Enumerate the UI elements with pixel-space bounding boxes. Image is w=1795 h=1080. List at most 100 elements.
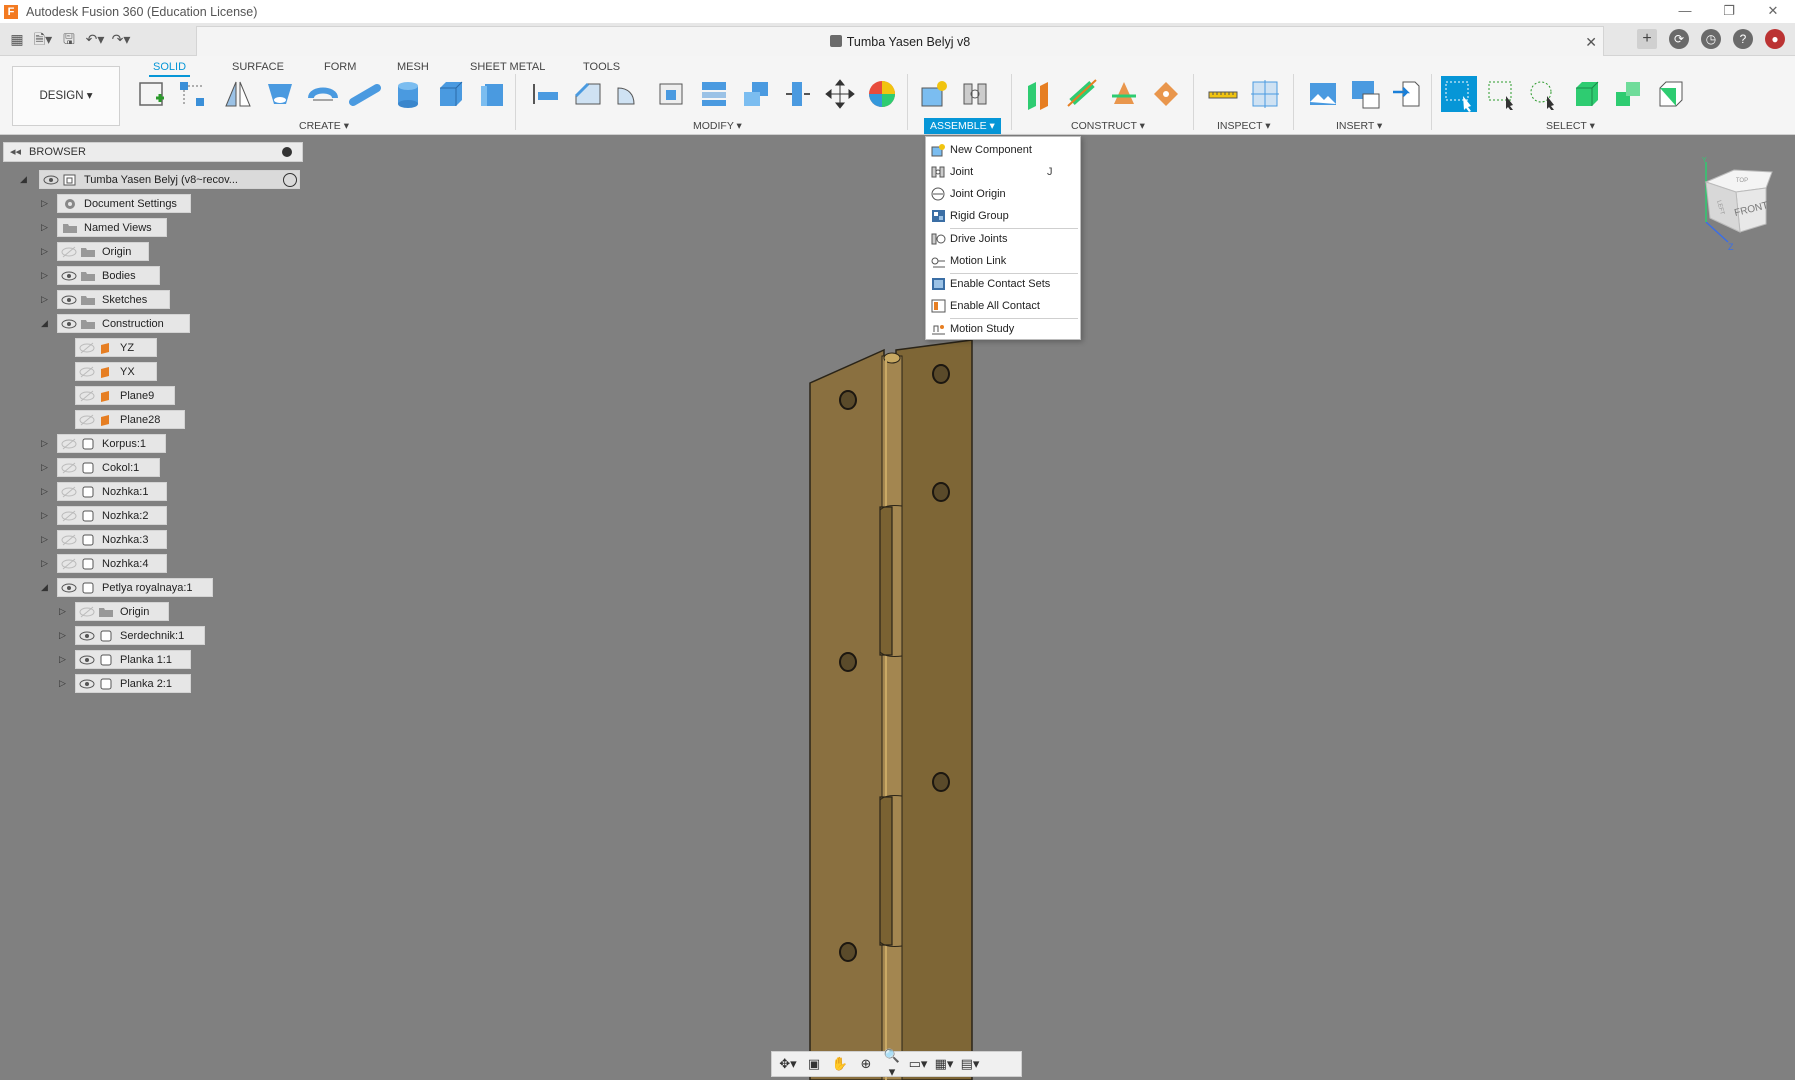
eye-icon[interactable]	[61, 318, 77, 330]
eye-hidden-icon[interactable]	[61, 486, 77, 498]
close-window-button[interactable]: ✕	[1751, 0, 1795, 23]
selection-filters-icon[interactable]	[1654, 78, 1686, 110]
extrude-icon[interactable]	[264, 78, 296, 110]
chamfer-icon[interactable]	[614, 78, 646, 110]
collapse-arrow-icon[interactable]: ◢	[41, 317, 51, 329]
insert-panel-label[interactable]: INSERT ▾	[1336, 120, 1382, 132]
eye-icon[interactable]	[61, 270, 77, 282]
shell-modify-icon[interactable]	[656, 78, 688, 110]
extensions-icon[interactable]: ⟳	[1669, 29, 1689, 49]
appearance-icon[interactable]	[866, 78, 898, 110]
eye-hidden-icon[interactable]	[61, 438, 77, 450]
expand-arrow-icon[interactable]: ▷	[59, 653, 69, 665]
eye-icon[interactable]	[79, 678, 95, 690]
menu-item-joint[interactable]: Joint J	[926, 162, 1080, 182]
close-tab-icon[interactable]: ✕	[1585, 27, 1597, 57]
sweep-icon[interactable]	[349, 78, 381, 110]
tree-root[interactable]: ◢ Tumba Yasen Belyj (v8~recov...	[0, 170, 302, 189]
align-icon[interactable]	[782, 78, 814, 110]
plane-along-path-icon[interactable]	[1108, 78, 1140, 110]
expand-arrow-icon[interactable]: ▷	[41, 485, 51, 497]
create-panel-label[interactable]: CREATE ▾	[299, 120, 349, 132]
menu-item-new-component[interactable]: New Component	[926, 140, 1080, 160]
construct-panel-label[interactable]: CONSTRUCT ▾	[1071, 120, 1145, 132]
job-status-icon[interactable]: ◷	[1701, 29, 1721, 49]
modify-panel-label[interactable]: MODIFY ▾	[693, 120, 742, 132]
eye-hidden-icon[interactable]	[61, 558, 77, 570]
fillet-icon[interactable]	[572, 78, 604, 110]
zoom-icon[interactable]: ⊕	[856, 1056, 876, 1072]
insert-mesh-icon[interactable]	[1391, 78, 1423, 110]
app-grid-icon[interactable]: ▦	[6, 29, 28, 49]
save-icon[interactable]: 🖫	[58, 29, 80, 49]
measure-icon[interactable]	[1207, 78, 1239, 110]
decal-icon[interactable]	[1349, 78, 1381, 110]
expand-arrow-icon[interactable]: ▷	[59, 677, 69, 689]
undo-icon[interactable]: ↶▾	[84, 29, 106, 49]
workspace-switcher-button[interactable]: DESIGN ▾	[12, 66, 120, 126]
viewcube[interactable]: FRONT TOP LEFT Z Y	[1690, 152, 1785, 252]
pan-icon[interactable]: ✋	[830, 1056, 850, 1072]
freeform-select-icon[interactable]	[1486, 78, 1518, 110]
tab-surface[interactable]: SURFACE	[228, 59, 288, 75]
tab-form[interactable]: FORM	[320, 59, 360, 75]
restore-button[interactable]: ❐	[1707, 0, 1751, 23]
joint-icon[interactable]	[960, 78, 992, 110]
eye-hidden-icon[interactable]	[61, 462, 77, 474]
axis-through-cylinder-icon[interactable]	[1066, 78, 1098, 110]
tab-tools[interactable]: TOOLS	[579, 59, 624, 75]
eye-hidden-icon[interactable]	[61, 246, 77, 258]
eye-hidden-icon[interactable]	[61, 510, 77, 522]
tab-mesh[interactable]: MESH	[393, 59, 433, 75]
activate-target-icon[interactable]	[283, 173, 297, 187]
offset-plane-icon[interactable]	[1024, 78, 1056, 110]
move-copy-icon[interactable]	[824, 78, 856, 110]
menu-item-enable-all-contact[interactable]: Enable All Contact	[926, 296, 1080, 316]
menu-item-motion-link[interactable]: Motion Link	[926, 251, 1080, 271]
document-tab[interactable]: Tumba Yasen Belyj v8 ✕	[196, 26, 1604, 56]
redo-icon[interactable]: ↷▾	[110, 29, 132, 49]
select-priority-icon[interactable]	[1612, 78, 1644, 110]
expand-arrow-icon[interactable]: ▷	[41, 221, 51, 233]
split-face-icon[interactable]	[698, 78, 730, 110]
expand-arrow-icon[interactable]: ▷	[41, 245, 51, 257]
new-component-icon[interactable]	[918, 78, 950, 110]
box-icon[interactable]	[434, 78, 466, 110]
collapse-browser-icon[interactable]: ◂◂	[10, 146, 21, 158]
expand-arrow-icon[interactable]: ▷	[41, 509, 51, 521]
grid-settings-icon[interactable]: ▦▾	[934, 1056, 954, 1072]
sketch-dimension-icon[interactable]	[176, 78, 208, 110]
menu-item-drive-joints[interactable]: Drive Joints	[926, 229, 1080, 249]
inspect-panel-label[interactable]: INSPECT ▾	[1217, 120, 1271, 132]
tab-sheet-metal[interactable]: SHEET METAL	[466, 59, 549, 75]
model-viewport[interactable]	[0, 136, 1795, 1080]
fit-icon[interactable]: 🔍▾	[882, 1048, 902, 1080]
collapse-arrow-icon[interactable]: ◢	[20, 173, 30, 185]
eye-icon[interactable]	[61, 294, 77, 306]
eye-hidden-icon[interactable]	[79, 342, 95, 354]
expand-arrow-icon[interactable]: ▷	[41, 293, 51, 305]
menu-item-joint-origin[interactable]: Joint Origin	[926, 184, 1080, 204]
create-sketch-icon[interactable]	[136, 78, 168, 110]
expand-arrow-icon[interactable]: ▷	[41, 197, 51, 209]
shell-icon[interactable]	[477, 78, 509, 110]
expand-arrow-icon[interactable]: ▷	[41, 557, 51, 569]
mirror-icon[interactable]	[222, 78, 254, 110]
display-settings-icon[interactable]: ▭▾	[908, 1056, 928, 1072]
eye-hidden-icon[interactable]	[79, 366, 95, 378]
browser-minimize-icon[interactable]	[282, 147, 292, 157]
section-analysis-icon[interactable]	[1249, 78, 1281, 110]
select-through-icon[interactable]	[1570, 78, 1602, 110]
menu-item-enable-contact-sets[interactable]: Enable Contact Sets	[926, 274, 1080, 294]
expand-arrow-icon[interactable]: ▷	[59, 605, 69, 617]
menu-item-motion-study[interactable]: Motion Study	[926, 319, 1080, 339]
cylinder-icon[interactable]	[392, 78, 424, 110]
minimize-button[interactable]: —	[1663, 0, 1707, 23]
look-at-icon[interactable]: ▣	[804, 1056, 824, 1072]
expand-arrow-icon[interactable]: ▷	[41, 461, 51, 473]
assemble-panel-label[interactable]: ASSEMBLE ▾	[924, 118, 1001, 134]
point-icon[interactable]	[1150, 78, 1182, 110]
eye-hidden-icon[interactable]	[61, 534, 77, 546]
orbit-icon[interactable]: ✥▾	[778, 1056, 798, 1072]
file-menu-icon[interactable]: 🗎▾	[32, 29, 54, 49]
